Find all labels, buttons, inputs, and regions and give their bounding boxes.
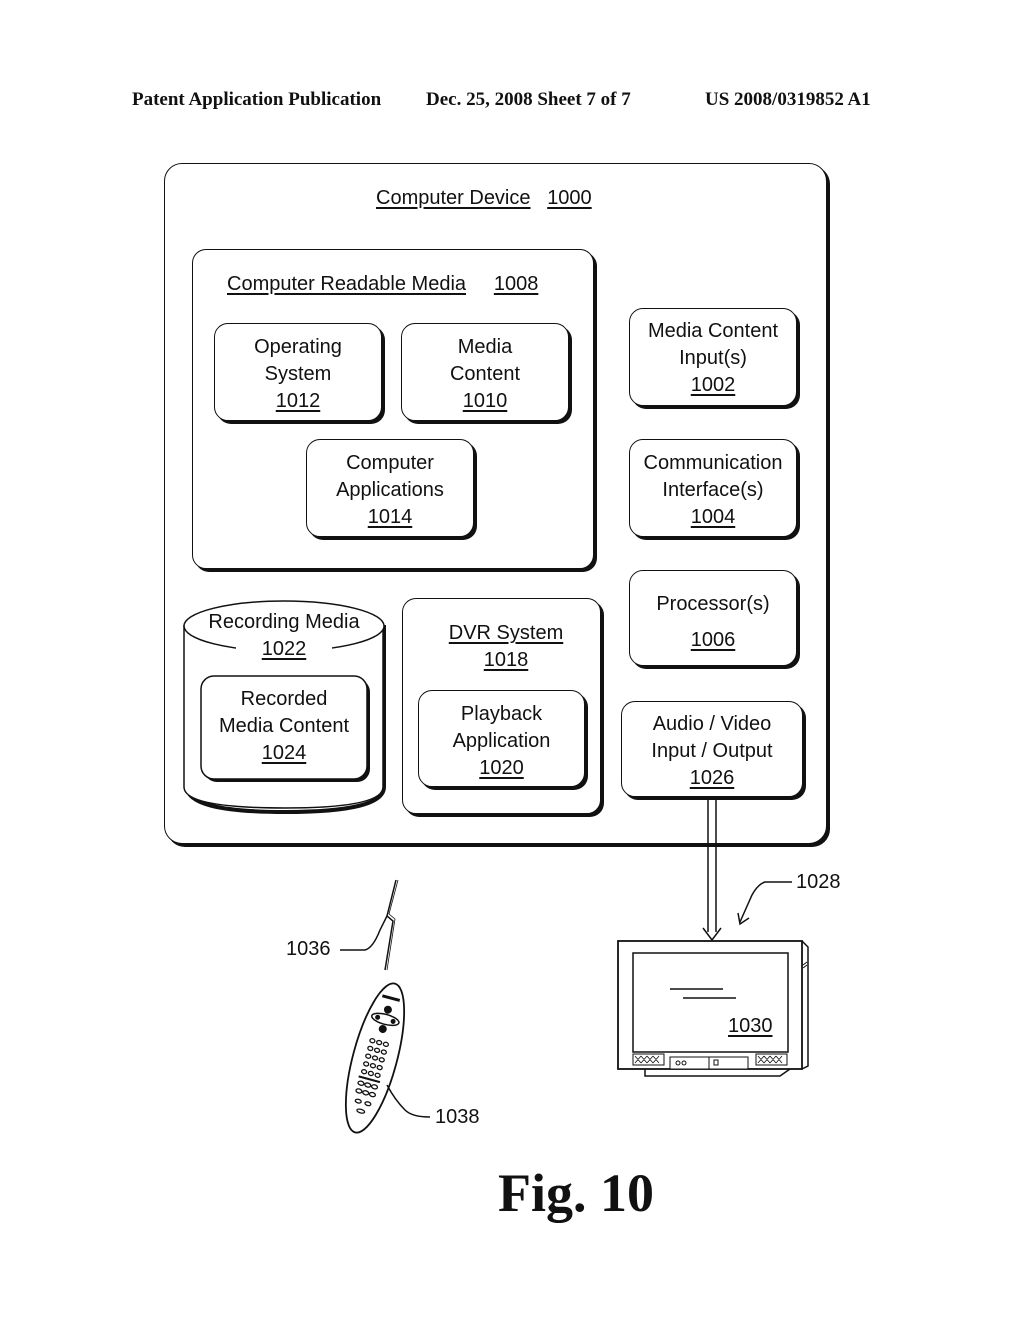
recorded-media-content-label: Recorded Media Content 1024: [201, 686, 367, 767]
signal-ref-label: 1036: [286, 938, 331, 960]
figure-label: Fig. 10: [498, 1163, 654, 1223]
recording-media-label: Recording Media 1022: [184, 609, 384, 663]
recorded-line2: Media Content: [218, 715, 350, 737]
television-icon: [617, 940, 809, 1077]
recording-media-title: Recording Media: [208, 611, 360, 633]
recorded-ref: 1024: [261, 742, 307, 764]
diagram-graphics: [183, 600, 809, 1134]
screen-ref-label: 1030: [728, 1015, 773, 1037]
wireless-signal-icon: [340, 879, 399, 971]
remote-ref-label: 1038: [435, 1106, 480, 1128]
tv-ref-leader: [737, 881, 792, 926]
recorded-line1: Recorded: [240, 688, 328, 710]
av-to-tv-arrow: [702, 798, 722, 942]
remote-control-icon: [344, 982, 406, 1134]
remote-ref-leader: [386, 1084, 431, 1118]
tv-ref-label: 1028: [796, 871, 841, 893]
recording-media-ref: 1022: [261, 638, 307, 660]
